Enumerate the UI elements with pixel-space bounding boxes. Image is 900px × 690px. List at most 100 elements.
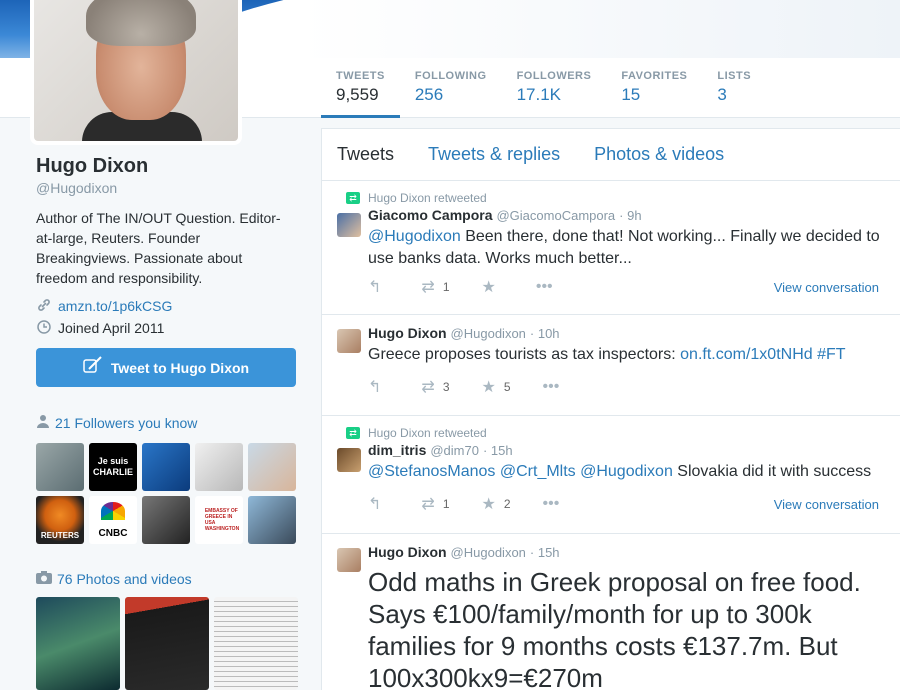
stat-value: 256 — [414, 85, 444, 104]
follower-avatar[interactable] — [36, 443, 84, 491]
tweet-avatar[interactable] — [337, 329, 361, 353]
follower-avatar[interactable]: EMBASSY OF GREECE IN USA WASHINGTON — [195, 496, 243, 544]
reply-icon: ↰ — [368, 379, 382, 396]
follower-avatar[interactable]: REUTERS — [36, 496, 84, 544]
retweet-icon: ⇄ — [346, 192, 360, 204]
more-icon: ••• — [542, 495, 560, 512]
tab-photos-and-videos[interactable]: Photos & videos — [594, 144, 724, 165]
stat-tweets[interactable]: TWEETS 9,559 — [321, 58, 400, 118]
tweet-to-label: Tweet to Hugo Dixon — [110, 359, 250, 376]
profile-avatar[interactable] — [30, 0, 242, 145]
follower-avatar[interactable]: Je suis CHARLIE — [89, 443, 137, 491]
follower-avatar-label: CNBC — [98, 528, 128, 539]
follower-avatar[interactable] — [142, 443, 190, 491]
retweet-button[interactable]: ⇄ 3 — [421, 377, 449, 397]
stat-lists[interactable]: LISTS 3 — [702, 58, 766, 118]
profile-joined-date: Joined April 2011 — [58, 320, 165, 336]
tweet-item[interactable]: Hugo Dixon @Hugodixon · 10h Greece propo… — [322, 315, 900, 416]
photo-thumbnail[interactable] — [125, 597, 209, 690]
tweet-timestamp[interactable]: · 10h — [530, 326, 560, 341]
tweet-text: Odd maths in Greek proposal on free food… — [368, 566, 885, 690]
retweet-icon: ⇄ — [421, 379, 435, 396]
reply-button[interactable]: ↰ — [368, 377, 389, 397]
tweet-actions: ↰ ⇄ 1 ★ ••• View conversation — [368, 270, 885, 304]
tweet-link[interactable]: on.ft.com/1x0tNHd — [680, 346, 813, 363]
stat-favorites[interactable]: FAVORITES 15 — [606, 58, 702, 118]
tweet-screen-name[interactable]: @dim70 — [430, 443, 479, 458]
profile-website-link[interactable]: amzn.to/1p6kCSG — [58, 298, 172, 314]
tweet-mentions[interactable]: @StefanosManos @Crt_Mlts @Hugodixon — [368, 463, 673, 480]
profile-name[interactable]: Hugo Dixon — [36, 155, 298, 178]
more-button[interactable]: ••• — [543, 495, 568, 513]
retweeted-by-text[interactable]: Hugo Dixon retweeted — [368, 191, 487, 205]
follower-avatar[interactable] — [195, 443, 243, 491]
timeline-tabs: Tweets Tweets & replies Photos & videos — [322, 129, 900, 181]
tweet-author-name[interactable]: Hugo Dixon — [368, 325, 447, 341]
tab-tweets[interactable]: Tweets — [337, 144, 394, 165]
tweet-item[interactable]: ⇄ Hugo Dixon retweeted dim_itris @dim70 … — [322, 416, 900, 534]
tweet-screen-name[interactable]: @Hugodixon — [451, 326, 526, 341]
view-conversation-link[interactable]: View conversation — [774, 280, 879, 295]
followers-you-know-link[interactable]: 21 Followers you know — [36, 414, 197, 431]
tweet-to-button[interactable]: Tweet to Hugo Dixon — [36, 348, 296, 387]
more-button[interactable]: ••• — [536, 278, 561, 296]
followers-grid: Je suis CHARLIE REUTERS CNBC EMBASSY OF … — [36, 443, 298, 544]
retweet-button[interactable]: ⇄ 1 — [421, 494, 449, 514]
tweet-avatar[interactable] — [337, 213, 361, 237]
favorite-count: 2 — [503, 497, 511, 511]
profile-stats: TWEETS 9,559 FOLLOWING 256 FOLLOWERS 17.… — [321, 58, 766, 118]
follower-avatar-label: Je suis CHARLIE — [93, 456, 133, 477]
tweet-item[interactable]: ⇄ Hugo Dixon retweeted Giacomo Campora @… — [322, 181, 900, 315]
more-button[interactable]: ••• — [543, 378, 568, 396]
favorite-button[interactable]: ★ 5 — [482, 377, 511, 397]
photos-videos-link[interactable]: 76 Photos and videos — [36, 571, 192, 587]
photos-grid — [36, 597, 298, 690]
favorite-button[interactable]: ★ — [482, 277, 504, 297]
tweet-header: Hugo Dixon @Hugodixon · 15h — [368, 544, 885, 560]
tweet-header: Hugo Dixon @Hugodixon · 10h — [368, 325, 885, 341]
retweet-count: 1 — [442, 280, 450, 294]
follower-avatar[interactable] — [248, 496, 296, 544]
retweet-button[interactable]: ⇄ 1 — [421, 277, 449, 297]
tweet-screen-name[interactable]: @Hugodixon — [451, 545, 526, 560]
tweet-author-name[interactable]: Giacomo Campora — [368, 207, 492, 223]
reply-button[interactable]: ↰ — [368, 494, 389, 514]
more-icon: ••• — [535, 278, 553, 295]
profile-handle[interactable]: @Hugodixon — [36, 180, 298, 196]
stat-label: TWEETS — [336, 70, 385, 82]
tweet-mention[interactable]: @Hugodixon — [368, 228, 461, 245]
stat-value: 15 — [621, 85, 641, 104]
tweet-timestamp[interactable]: · 15h — [530, 545, 560, 560]
retweet-icon: ⇄ — [421, 279, 435, 296]
stat-following[interactable]: FOLLOWING 256 — [400, 58, 502, 118]
favorite-button[interactable]: ★ 2 — [482, 494, 511, 514]
link-icon — [36, 298, 52, 314]
follower-avatar[interactable]: CNBC — [89, 496, 137, 544]
tweet-screen-name[interactable]: @GiacomoCampora — [496, 208, 615, 223]
tweet-avatar[interactable] — [337, 548, 361, 572]
follower-avatar[interactable] — [142, 496, 190, 544]
tweet-author-name[interactable]: Hugo Dixon — [368, 544, 447, 560]
view-conversation-link[interactable]: View conversation — [774, 497, 879, 512]
tweet-timestamp[interactable]: · 9h — [619, 208, 641, 223]
stat-followers[interactable]: FOLLOWERS 17.1K — [502, 58, 607, 118]
tweet-item[interactable]: Hugo Dixon @Hugodixon · 15h Odd maths in… — [322, 534, 900, 690]
tweet-header: dim_itris @dim70 · 15h — [368, 442, 885, 458]
tab-tweets-and-replies[interactable]: Tweets & replies — [428, 144, 560, 165]
followers-you-know-title: 21 Followers you know — [55, 414, 198, 431]
tweet-avatar[interactable] — [337, 448, 361, 472]
camera-icon — [36, 571, 52, 587]
tweet-body: Odd maths in Greek proposal on free food… — [368, 567, 861, 690]
tweet-timestamp[interactable]: · 15h — [483, 443, 513, 458]
follower-avatar-label: EMBASSY OF GREECE IN USA WASHINGTON — [204, 508, 240, 532]
stat-value: 3 — [717, 85, 727, 104]
profile-bio: Author of The IN/OUT Question. Editor-at… — [36, 210, 281, 286]
photo-thumbnail[interactable] — [214, 597, 298, 690]
follower-avatar[interactable] — [248, 443, 296, 491]
retweeted-by-text[interactable]: Hugo Dixon retweeted — [368, 426, 487, 440]
reply-button[interactable]: ↰ — [368, 277, 389, 297]
calendar-icon — [36, 320, 52, 336]
photo-thumbnail[interactable] — [36, 597, 120, 690]
tweet-hashtag[interactable]: #FT — [813, 346, 845, 363]
tweet-author-name[interactable]: dim_itris — [368, 442, 426, 458]
